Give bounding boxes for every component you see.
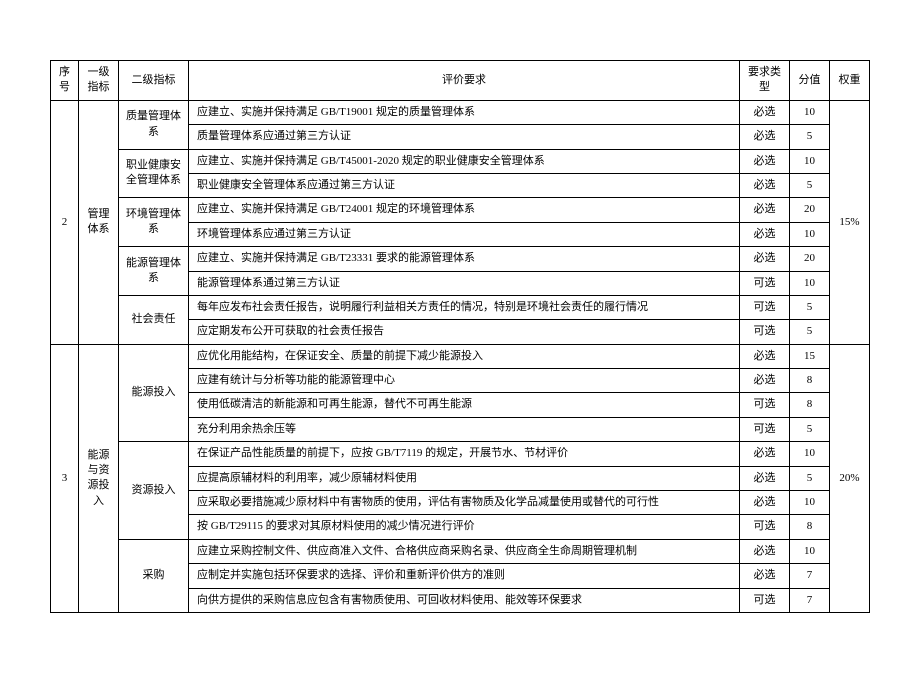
cell-requirement: 应建立、实施并保持满足 GB/T23331 要求的能源管理体系	[189, 247, 740, 271]
cell-requirement: 在保证产品性能质量的前提下，应按 GB/T7119 的规定，开展节水、节材评价	[189, 442, 740, 466]
cell-score: 10	[790, 222, 830, 246]
cell-score: 8	[790, 515, 830, 539]
cell-requirement: 使用低碳清洁的新能源和可再生能源，替代不可再生能源	[189, 393, 740, 417]
cell-requirement: 职业健康安全管理体系应通过第三方认证	[189, 173, 740, 197]
table-row: 社会责任每年应发布社会责任报告，说明履行利益相关方责任的情况，特别是环境社会责任…	[51, 295, 870, 319]
cell-score: 5	[790, 295, 830, 319]
header-req: 评价要求	[189, 61, 740, 101]
cell-type: 可选	[740, 393, 790, 417]
cell-lvl1: 管理体系	[79, 100, 119, 344]
table-row: 资源投入在保证产品性能质量的前提下，应按 GB/T7119 的规定，开展节水、节…	[51, 442, 870, 466]
cell-score: 5	[790, 320, 830, 344]
cell-requirement: 向供方提供的采购信息应包含有害物质使用、可回收材料使用、能效等环保要求	[189, 588, 740, 612]
cell-type: 必选	[740, 149, 790, 173]
cell-weight: 20%	[830, 344, 870, 612]
cell-type: 可选	[740, 588, 790, 612]
table-row: 能源管理体系应建立、实施并保持满足 GB/T23331 要求的能源管理体系必选2…	[51, 247, 870, 271]
cell-type: 可选	[740, 417, 790, 441]
cell-requirement: 应定期发布公开可获取的社会责任报告	[189, 320, 740, 344]
cell-requirement: 每年应发布社会责任报告，说明履行利益相关方责任的情况，特别是环境社会责任的履行情…	[189, 295, 740, 319]
cell-lvl2: 社会责任	[119, 295, 189, 344]
cell-type: 必选	[740, 369, 790, 393]
cell-lvl2: 能源管理体系	[119, 247, 189, 296]
cell-type: 必选	[740, 198, 790, 222]
cell-type: 必选	[740, 491, 790, 515]
header-lvl2: 二级指标	[119, 61, 189, 101]
cell-type: 必选	[740, 564, 790, 588]
cell-lvl1: 能源与资源投入	[79, 344, 119, 612]
cell-lvl2: 资源投入	[119, 442, 189, 540]
cell-score: 7	[790, 588, 830, 612]
cell-requirement: 应提高原辅材料的利用率，减少原辅材料使用	[189, 466, 740, 490]
cell-type: 必选	[740, 442, 790, 466]
header-lvl1: 一级指标	[79, 61, 119, 101]
header-seq: 序号	[51, 61, 79, 101]
cell-score: 20	[790, 198, 830, 222]
cell-score: 8	[790, 369, 830, 393]
cell-requirement: 应建立、实施并保持满足 GB/T19001 规定的质量管理体系	[189, 100, 740, 124]
cell-seq: 3	[51, 344, 79, 612]
cell-score: 10	[790, 100, 830, 124]
cell-score: 10	[790, 491, 830, 515]
cell-lvl2: 采购	[119, 539, 189, 612]
cell-score: 15	[790, 344, 830, 368]
cell-type: 必选	[740, 539, 790, 563]
cell-requirement: 应建立、实施并保持满足 GB/T24001 规定的环境管理体系	[189, 198, 740, 222]
cell-requirement: 按 GB/T29115 的要求对其原材料使用的减少情况进行评价	[189, 515, 740, 539]
cell-type: 可选	[740, 320, 790, 344]
cell-score: 8	[790, 393, 830, 417]
cell-requirement: 应建有统计与分析等功能的能源管理中心	[189, 369, 740, 393]
cell-requirement: 能源管理体系通过第三方认证	[189, 271, 740, 295]
cell-requirement: 应制定并实施包括环保要求的选择、评价和重新评价供方的准则	[189, 564, 740, 588]
cell-lvl2: 质量管理体系	[119, 100, 189, 149]
cell-score: 10	[790, 149, 830, 173]
table-header-row: 序号 一级指标 二级指标 评价要求 要求类型 分值 权重	[51, 61, 870, 101]
cell-type: 可选	[740, 515, 790, 539]
cell-seq: 2	[51, 100, 79, 344]
cell-type: 必选	[740, 344, 790, 368]
cell-type: 必选	[740, 222, 790, 246]
cell-type: 必选	[740, 466, 790, 490]
cell-type: 必选	[740, 173, 790, 197]
cell-lvl2: 环境管理体系	[119, 198, 189, 247]
table-row: 职业健康安全管理体系应建立、实施并保持满足 GB/T45001-2020 规定的…	[51, 149, 870, 173]
evaluation-table: 序号 一级指标 二级指标 评价要求 要求类型 分值 权重 2管理体系质量管理体系…	[50, 60, 870, 613]
cell-requirement: 质量管理体系应通过第三方认证	[189, 125, 740, 149]
table-row: 环境管理体系应建立、实施并保持满足 GB/T24001 规定的环境管理体系必选2…	[51, 198, 870, 222]
cell-score: 7	[790, 564, 830, 588]
cell-requirement: 应建立采购控制文件、供应商准入文件、合格供应商采购名录、供应商全生命周期管理机制	[189, 539, 740, 563]
cell-type: 可选	[740, 271, 790, 295]
table-row: 采购应建立采购控制文件、供应商准入文件、合格供应商采购名录、供应商全生命周期管理…	[51, 539, 870, 563]
cell-requirement: 环境管理体系应通过第三方认证	[189, 222, 740, 246]
cell-type: 必选	[740, 247, 790, 271]
cell-type: 可选	[740, 295, 790, 319]
cell-requirement: 应优化用能结构，在保证安全、质量的前提下减少能源投入	[189, 344, 740, 368]
cell-requirement: 应建立、实施并保持满足 GB/T45001-2020 规定的职业健康安全管理体系	[189, 149, 740, 173]
table-row: 3能源与资源投入能源投入应优化用能结构，在保证安全、质量的前提下减少能源投入必选…	[51, 344, 870, 368]
cell-lvl2: 能源投入	[119, 344, 189, 442]
cell-score: 5	[790, 125, 830, 149]
cell-lvl2: 职业健康安全管理体系	[119, 149, 189, 198]
cell-score: 5	[790, 417, 830, 441]
cell-type: 必选	[740, 100, 790, 124]
table-row: 2管理体系质量管理体系应建立、实施并保持满足 GB/T19001 规定的质量管理…	[51, 100, 870, 124]
cell-requirement: 充分利用余热余压等	[189, 417, 740, 441]
cell-score: 10	[790, 442, 830, 466]
header-type: 要求类型	[740, 61, 790, 101]
cell-score: 20	[790, 247, 830, 271]
cell-score: 5	[790, 466, 830, 490]
table-body: 2管理体系质量管理体系应建立、实施并保持满足 GB/T19001 规定的质量管理…	[51, 100, 870, 612]
cell-score: 10	[790, 539, 830, 563]
header-score: 分值	[790, 61, 830, 101]
header-weight: 权重	[830, 61, 870, 101]
cell-requirement: 应采取必要措施减少原材料中有害物质的使用，评估有害物质及化学品减量使用或替代的可…	[189, 491, 740, 515]
cell-weight: 15%	[830, 100, 870, 344]
cell-score: 10	[790, 271, 830, 295]
cell-type: 必选	[740, 125, 790, 149]
cell-score: 5	[790, 173, 830, 197]
